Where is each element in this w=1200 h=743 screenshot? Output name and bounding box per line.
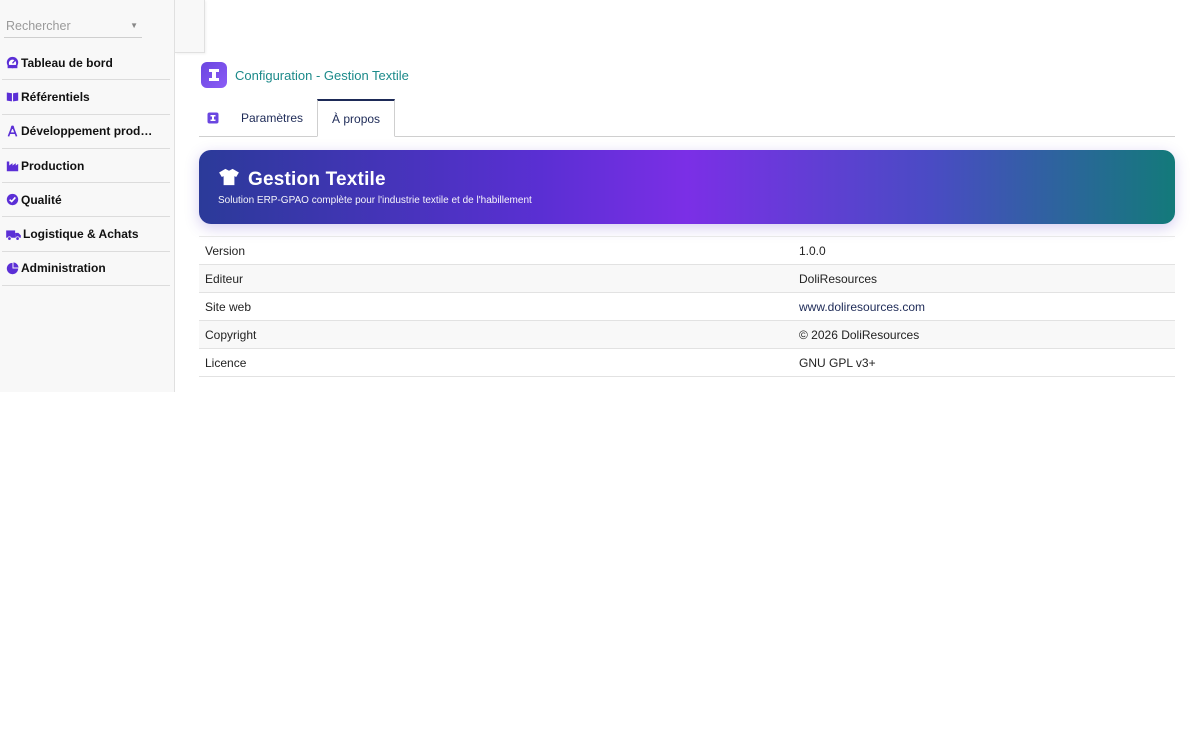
tab-bar: Paramètres À propos	[199, 99, 1175, 137]
pie-chart-icon	[6, 262, 19, 275]
sidebar-item-referentiels[interactable]: Référentiels	[2, 80, 170, 115]
tab-a-propos[interactable]: À propos	[317, 99, 396, 137]
sidebar-item-dashboard[interactable]: Tableau de bord	[2, 46, 170, 81]
info-key: Licence	[205, 355, 247, 370]
website-link[interactable]: www.doliresources.com	[799, 300, 925, 314]
page-title: Configuration - Gestion Textile	[235, 67, 409, 83]
table-row: Editeur DoliResources	[199, 264, 1175, 293]
check-circle-icon	[6, 193, 19, 206]
dashboard-gauge-icon	[6, 56, 19, 69]
table-row: Site web www.doliresources.com	[199, 292, 1175, 321]
pen-tools-icon	[6, 125, 19, 138]
tab-parametres[interactable]: Paramètres	[227, 99, 317, 136]
search-box[interactable]: ▼	[4, 14, 142, 38]
search-input[interactable]	[4, 18, 114, 33]
module-info-table: Version 1.0.0 Editeur DoliResources Site…	[199, 236, 1175, 377]
tab-label: Paramètres	[241, 110, 304, 125]
info-key: Editeur	[205, 271, 244, 286]
info-value-cell: www.doliresources.com	[793, 293, 1175, 321]
module-banner: Gestion Textile Solution ERP-GPAO complè…	[199, 150, 1175, 224]
table-row: Copyright © 2026 DoliResources	[199, 320, 1175, 349]
info-key: Site web	[205, 299, 252, 314]
sidebar-menu: Tableau de bord Référentiels Développeme…	[2, 46, 170, 287]
info-value: GNU GPL v3+	[799, 355, 876, 370]
banner-title: Gestion Textile	[248, 168, 386, 190]
info-value: © 2026 DoliResources	[799, 327, 920, 342]
factory-icon	[6, 159, 19, 172]
sidebar-item-label: Administration	[21, 261, 106, 276]
info-key: Copyright	[205, 327, 257, 342]
top-bar-corner	[175, 0, 205, 53]
tshirt-icon	[218, 168, 240, 191]
truck-icon	[6, 228, 21, 241]
sidebar-item-production[interactable]: Production	[2, 149, 170, 184]
module-logo-icon	[201, 62, 227, 88]
sidebar-item-label: Référentiels	[21, 89, 90, 104]
sidebar-item-logistique[interactable]: Logistique & Achats	[2, 217, 170, 252]
table-row: Version 1.0.0	[199, 236, 1175, 265]
sidebar-item-label: Production	[21, 158, 85, 173]
info-value: 1.0.0	[799, 243, 826, 258]
sidebar-item-administration[interactable]: Administration	[2, 252, 170, 287]
info-key: Version	[205, 243, 246, 258]
page-header: Configuration - Gestion Textile	[201, 62, 409, 88]
sidebar-item-label: Développement prod…	[21, 124, 153, 139]
table-row: Licence GNU GPL v3+	[199, 348, 1175, 377]
module-small-icon	[207, 112, 219, 124]
info-value: DoliResources	[799, 271, 878, 286]
sidebar: ▼ Tableau de bord Référentiels Développe…	[0, 0, 175, 392]
sidebar-item-developpement[interactable]: Développement prod…	[2, 115, 170, 149]
banner-subtitle: Solution ERP-GPAO complète pour l'indust…	[218, 195, 532, 206]
book-open-icon	[6, 90, 19, 103]
sidebar-item-label: Qualité	[21, 192, 62, 207]
banner-header: Gestion Textile	[218, 168, 386, 191]
sidebar-item-label: Logistique & Achats	[23, 227, 139, 242]
sidebar-item-label: Tableau de bord	[21, 55, 113, 70]
tab-bar-icon-cell	[199, 99, 227, 136]
sidebar-item-qualite[interactable]: Qualité	[2, 183, 170, 218]
chevron-down-icon[interactable]: ▼	[130, 21, 138, 30]
tab-label: À propos	[332, 111, 381, 126]
